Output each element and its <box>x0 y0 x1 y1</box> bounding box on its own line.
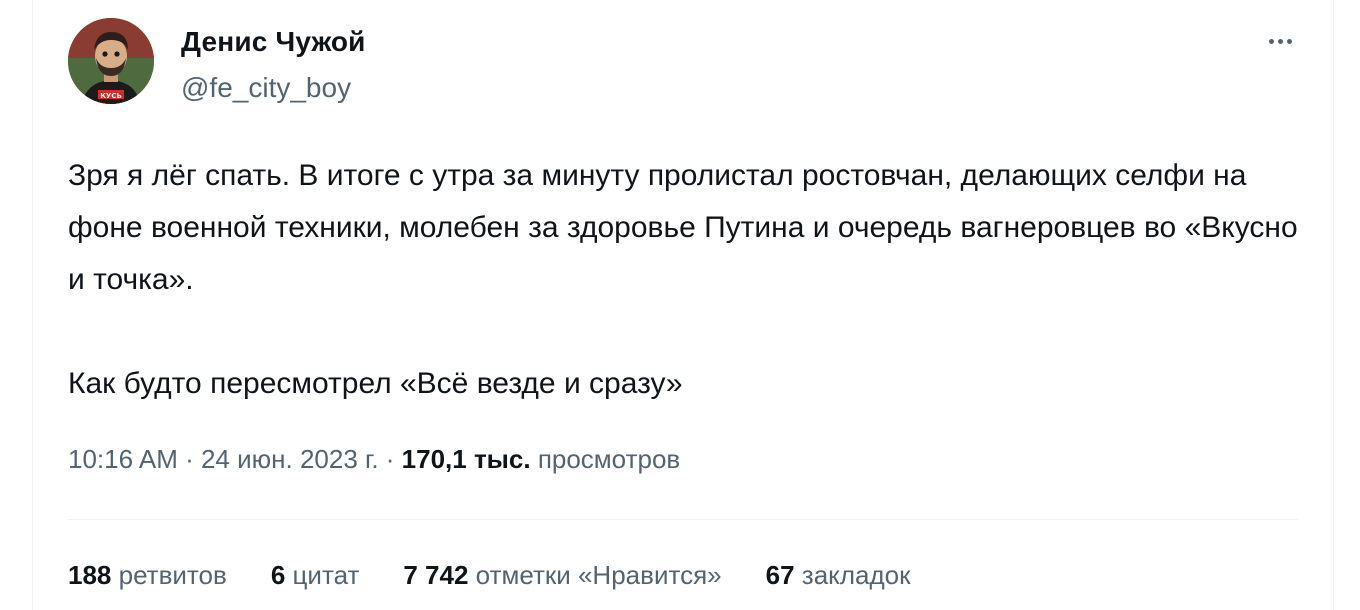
retweets-stat[interactable]: 188 ретвитов <box>68 560 227 591</box>
avatar-shirt-text: КУСЬ <box>100 92 122 100</box>
author-display-name[interactable]: Денис Чужой <box>181 26 366 58</box>
more-button[interactable] <box>1260 26 1300 56</box>
bookmarks-stat[interactable]: 67 закладок <box>766 560 911 591</box>
bookmarks-count: 67 <box>765 560 795 590</box>
tweet-text: Зря я лёг спать. В итоге с утра за минут… <box>68 150 1298 410</box>
engagement-stats: 188 ретвитов 6 цитат 7 742 отметки «Нрав… <box>68 560 910 591</box>
tweet-paragraph: Зря я лёг спать. В итоге с утра за минут… <box>68 159 1298 296</box>
retweets-count: 188 <box>68 560 112 590</box>
likes-count: 7 742 <box>403 560 469 590</box>
likes-label: отметки «Нравится» <box>475 560 722 590</box>
tweet-date[interactable]: 24 июн. 2023 г. <box>201 444 379 474</box>
quotes-count: 6 <box>270 560 286 590</box>
more-horizontal-icon <box>1268 38 1274 44</box>
bookmarks-label: закладок <box>801 560 911 590</box>
avatar-image: КУСЬ <box>68 18 154 104</box>
meta-separator: · <box>378 444 402 474</box>
tweet-paragraph: Как будто пересмотрел «Всё везде и сразу… <box>68 367 683 400</box>
more-horizontal-icon <box>1277 38 1283 44</box>
views-label: просмотров <box>537 444 681 474</box>
quotes-label: цитат <box>292 560 360 590</box>
retweets-label: ретвитов <box>118 560 227 590</box>
meta-separator: · <box>177 444 201 474</box>
tweet-time[interactable]: 10:16 AM <box>68 444 178 474</box>
likes-stat[interactable]: 7 742 отметки «Нравится» <box>403 560 721 591</box>
divider <box>68 519 1298 520</box>
quotes-stat[interactable]: 6 цитат <box>271 560 360 591</box>
tweet-meta: 10:16 AM · 24 июн. 2023 г. · 170,1 тыс. … <box>68 444 680 475</box>
views-count: 170,1 тыс. <box>401 444 531 474</box>
author-handle[interactable]: @fe_city_boy <box>181 72 351 104</box>
author-avatar[interactable]: КУСЬ <box>68 18 154 104</box>
more-horizontal-icon <box>1286 38 1292 44</box>
